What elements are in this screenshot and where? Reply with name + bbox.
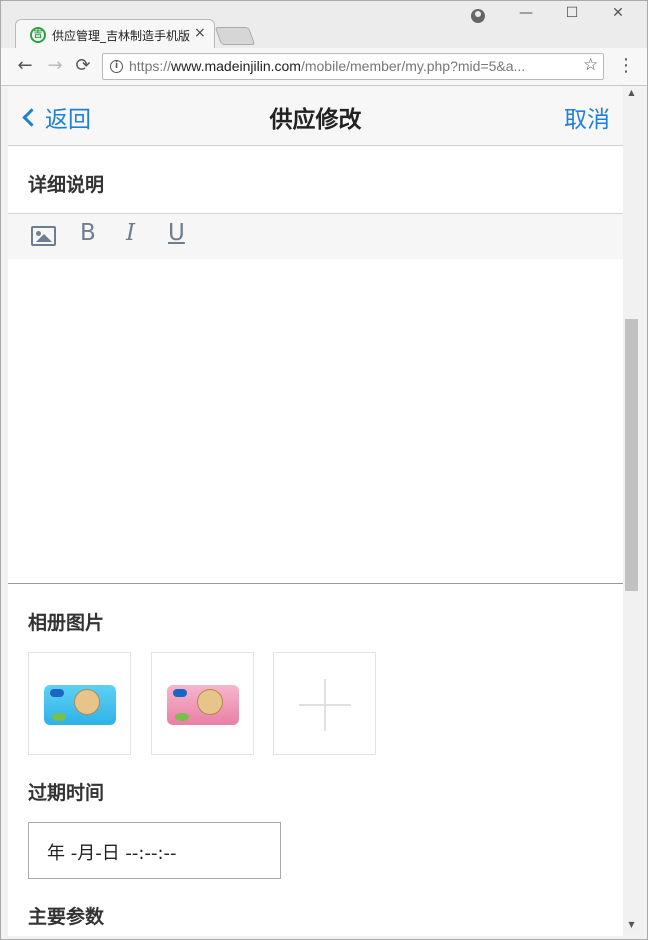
leaf-graphic <box>175 713 189 721</box>
url-text[interactable]: https://www.madeinjilin.com/mobile/membe… <box>129 58 569 74</box>
album-thumbnail[interactable] <box>28 652 131 755</box>
scroll-thumb[interactable] <box>625 319 638 591</box>
browser-toolbar: ← → ⟳ i https://www.madeinjilin.com/mobi… <box>1 48 647 86</box>
bookmark-star-icon[interactable]: ☆ <box>583 55 598 75</box>
bold-button[interactable]: B <box>80 220 96 246</box>
rich-text-editor[interactable] <box>8 259 623 584</box>
scroll-up-icon[interactable]: ▲ <box>623 86 640 100</box>
profile-icon[interactable] <box>471 9 485 23</box>
page-title: 供应修改 <box>269 107 362 133</box>
title-bar: 吉 供应管理_吉林制造手机版 × — ☐ ✕ <box>1 1 647 49</box>
editor-toolbar: B I U <box>8 214 623 259</box>
expire-datetime-value: 年 -月-日 --:--:-- <box>47 843 177 864</box>
vertical-scrollbar[interactable]: ▲ ▼ <box>623 86 640 932</box>
mascot-image <box>74 689 100 715</box>
maximize-icon[interactable]: ☐ <box>552 5 592 21</box>
info-icon[interactable]: i <box>110 60 123 73</box>
browser-tab[interactable]: 吉 供应管理_吉林制造手机版 × <box>15 19 215 49</box>
cancel-button[interactable]: 取消 <box>564 100 610 134</box>
expire-label: 过期时间 <box>28 782 105 804</box>
expire-datetime-input[interactable]: 年 -月-日 --:--:-- <box>28 822 281 879</box>
plus-icon <box>324 679 326 731</box>
brand-logo <box>173 689 187 697</box>
url-path: /mobile/member/my.php?mid=5&a... <box>300 58 526 74</box>
page-viewport: 返回 供应修改 取消 详细说明 B I U 相册图片 过期时间 年 -月-日 -… <box>8 86 623 936</box>
italic-button[interactable]: I <box>126 220 135 246</box>
close-window-icon[interactable]: ✕ <box>598 5 638 21</box>
url-host: www.madeinjilin.com <box>171 58 301 74</box>
tab-title: 供应管理_吉林制造手机版 <box>52 29 191 43</box>
album-label: 相册图片 <box>28 612 105 634</box>
new-tab-button[interactable] <box>214 27 256 45</box>
product-image <box>167 685 239 725</box>
back-arrow-icon[interactable]: ← <box>13 54 37 78</box>
product-image <box>44 685 116 725</box>
address-bar[interactable]: i https://www.madeinjilin.com/mobile/mem… <box>102 53 604 80</box>
browser-menu-icon[interactable]: ⋮ <box>617 54 635 78</box>
reload-icon[interactable]: ⟳ <box>71 54 95 78</box>
brand-logo <box>50 689 64 697</box>
scroll-down-icon[interactable]: ▼ <box>623 918 640 932</box>
favicon-icon: 吉 <box>30 27 46 43</box>
detail-label: 详细说明 <box>28 174 105 196</box>
image-icon[interactable] <box>31 226 56 246</box>
forward-arrow-icon[interactable]: → <box>43 54 67 78</box>
page-header: 返回 供应修改 取消 <box>8 86 623 146</box>
mascot-image <box>197 689 223 715</box>
add-image-button[interactable] <box>273 652 376 755</box>
tab-close-icon[interactable]: × <box>194 25 206 41</box>
minimize-icon[interactable]: — <box>506 5 546 21</box>
url-prefix: https:// <box>129 58 172 74</box>
leaf-graphic <box>52 713 66 721</box>
params-label: 主要参数 <box>28 906 105 928</box>
underline-button[interactable]: U <box>168 220 185 246</box>
album-thumbnail[interactable] <box>151 652 254 755</box>
